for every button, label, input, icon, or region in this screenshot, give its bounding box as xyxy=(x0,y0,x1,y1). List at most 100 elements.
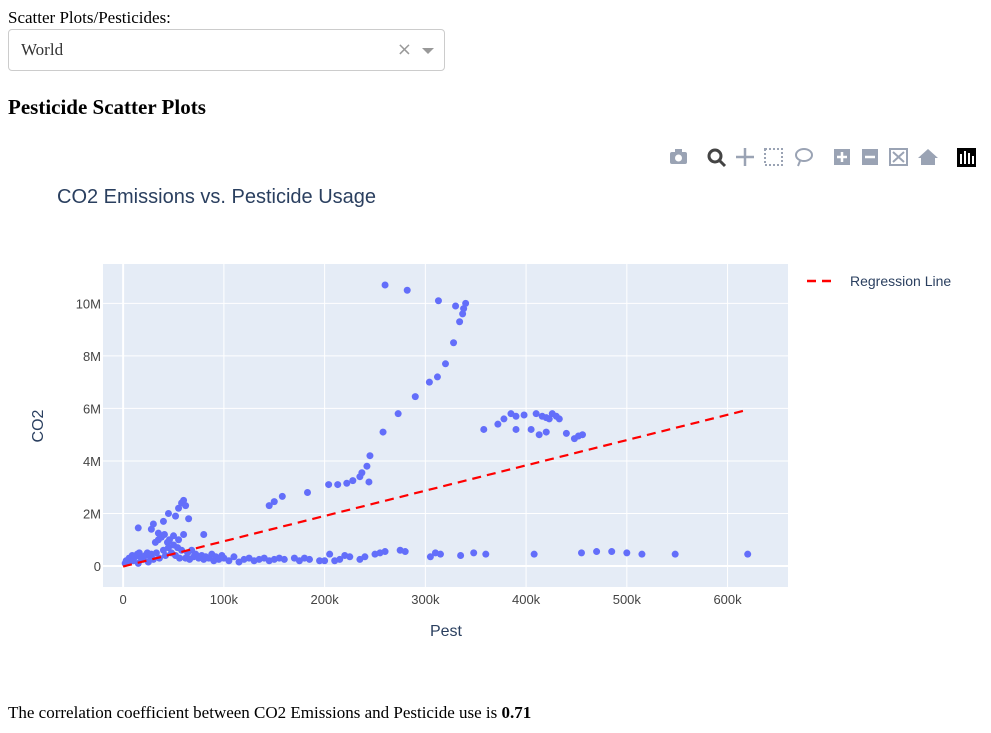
scatter-point xyxy=(303,488,311,496)
scatter-point xyxy=(434,297,442,305)
x-tick-label: 200k xyxy=(311,592,340,607)
scatter-point xyxy=(608,548,616,556)
scatter-point xyxy=(182,502,190,510)
scatter-point xyxy=(470,549,478,557)
zoom-icon[interactable] xyxy=(707,148,727,168)
section-title: Pesticide Scatter Plots xyxy=(8,95,206,119)
x-tick-label: 100k xyxy=(210,592,239,607)
scatter-point xyxy=(425,378,433,386)
scatter-point xyxy=(366,452,374,460)
scatter-point xyxy=(381,548,389,556)
scatter-point xyxy=(176,554,184,562)
autoscale-icon[interactable] xyxy=(889,148,908,166)
scatter-point xyxy=(200,530,208,538)
scatter-point xyxy=(530,550,538,558)
scatter-point xyxy=(365,478,373,486)
scatter-point xyxy=(306,555,314,563)
scatter-point xyxy=(159,517,167,525)
scatter-point xyxy=(230,553,238,561)
scatter-point xyxy=(358,469,366,477)
scatter-point xyxy=(457,551,465,559)
scatter-point xyxy=(579,431,586,439)
scatter-point xyxy=(154,529,162,537)
x-tick-label: 500k xyxy=(613,592,642,607)
scatter-point xyxy=(401,548,409,556)
scatter-point xyxy=(542,428,550,436)
pan-icon[interactable] xyxy=(736,148,754,166)
country-dropdown[interactable]: World × xyxy=(8,29,445,71)
scatter-chart: CO2 Emissions vs. Pesticide Usage 0 100k 2… xyxy=(30,148,976,640)
modebar xyxy=(670,148,976,168)
scatter-point xyxy=(394,410,402,418)
scatter-point xyxy=(562,429,570,437)
scatter-point xyxy=(363,462,371,470)
scatter-point xyxy=(172,512,180,520)
scatter-point xyxy=(379,428,387,436)
scatter-point xyxy=(450,339,458,347)
scatter-point xyxy=(334,481,342,489)
y-tick-label: 6M xyxy=(83,401,101,416)
scatter-point xyxy=(494,420,502,428)
scatter-point xyxy=(532,410,540,418)
scatter-point xyxy=(134,524,142,532)
scatter-point xyxy=(280,555,288,563)
scatter-point xyxy=(452,302,460,310)
x-axis-label: Pest xyxy=(430,623,463,640)
y-tick-label: 2M xyxy=(83,506,101,521)
scatter-point xyxy=(361,553,369,561)
legend-label: Regression Line xyxy=(850,273,951,289)
chart-title: CO2 Emissions vs. Pesticide Usage xyxy=(57,186,376,208)
legend[interactable]: Regression Line xyxy=(807,273,951,289)
dropdown-selected-value: World xyxy=(21,40,64,59)
scatter-point xyxy=(149,520,157,528)
scatter-point xyxy=(411,393,419,401)
scatter-point xyxy=(535,431,543,439)
zoom-in-icon[interactable] xyxy=(834,149,850,165)
clear-icon[interactable]: × xyxy=(397,39,412,60)
correlation-text: The correlation coefficient between CO2 … xyxy=(8,703,531,723)
reset-axes-icon[interactable] xyxy=(918,149,938,165)
scatter-point xyxy=(270,498,278,506)
scatter-point xyxy=(500,415,508,423)
plot-area xyxy=(103,264,788,587)
scatter-point xyxy=(512,412,520,420)
y-axis-label: CO2 xyxy=(30,409,47,442)
scatter-point xyxy=(349,477,357,485)
zoom-out-icon[interactable] xyxy=(862,149,878,165)
scatter-point xyxy=(577,549,585,557)
scatter-point xyxy=(278,492,286,500)
scatter-point xyxy=(442,360,449,368)
scatter-point xyxy=(403,286,411,294)
scatter-point xyxy=(326,550,334,558)
scatter-point xyxy=(185,515,193,523)
scatter-point xyxy=(744,550,752,558)
x-axis-ticks: 0 100k 200k 300k 400k 500k 600k xyxy=(120,592,743,607)
y-tick-label: 4M xyxy=(83,454,101,469)
chevron-down-icon[interactable] xyxy=(422,48,434,54)
scatter-point xyxy=(623,549,631,557)
scatter-point xyxy=(480,425,488,433)
y-tick-label: 10M xyxy=(76,296,101,311)
scatter-point xyxy=(593,548,601,556)
scatter-point xyxy=(170,532,178,540)
scatter-point xyxy=(555,415,563,423)
plotly-logo-icon[interactable] xyxy=(957,148,976,167)
camera-icon[interactable] xyxy=(670,149,687,164)
y-tick-label: 8M xyxy=(83,349,101,364)
scatter-point xyxy=(164,509,172,517)
x-tick-label: 600k xyxy=(713,592,742,607)
box-select-icon[interactable] xyxy=(764,148,783,166)
scatter-point xyxy=(381,281,389,289)
scatter-point xyxy=(638,550,646,558)
lasso-select-icon[interactable] xyxy=(795,148,813,167)
scatter-point xyxy=(346,553,354,561)
scatter-point xyxy=(321,557,329,565)
scatter-point xyxy=(436,550,444,558)
scatter-point xyxy=(160,530,168,538)
scatter-point xyxy=(512,425,520,433)
scatter-point xyxy=(482,550,490,558)
x-tick-label: 0 xyxy=(120,592,127,607)
correlation-value: 0.71 xyxy=(501,703,532,722)
scatter-point xyxy=(527,425,535,433)
y-tick-label: 0 xyxy=(94,559,101,574)
